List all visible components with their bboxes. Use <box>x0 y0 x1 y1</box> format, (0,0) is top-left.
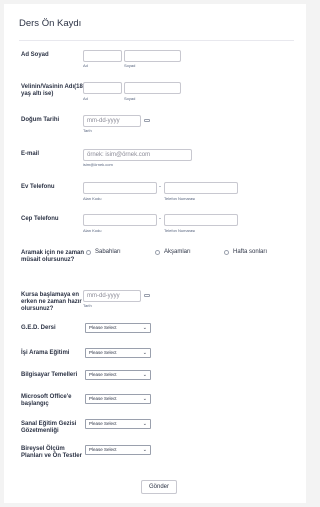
radio-weekends-label: Hafta sonları <box>233 249 268 255</box>
chevron-down-icon: ⌄ <box>142 372 147 378</box>
guardian-first-name-input[interactable] <box>83 82 122 94</box>
ms-office-label: Microsoft Office'e başlangıç <box>21 394 72 407</box>
start-date-label: Kursa başlamaya en erken ne zaman hazır … <box>21 292 82 312</box>
last-name-input[interactable] <box>124 50 181 62</box>
form-title: Ders Ön Kaydı <box>19 18 82 29</box>
mobile-phone-number-sublabel: Telefon Numarası <box>164 228 196 233</box>
mobile-phone-label: Cep Telefonu <box>21 216 59 222</box>
virtual-trip-select-value: Please Select <box>89 421 117 426</box>
mobile-phone-area-input[interactable] <box>83 214 157 226</box>
radio-morning-circle[interactable] <box>86 249 91 255</box>
calendar-icon[interactable] <box>144 294 150 297</box>
email-placeholder: örnek: isim@örnek.com <box>87 152 151 158</box>
home-phone-area-sublabel: Alan Kodu <box>83 196 102 201</box>
ms-office-select[interactable]: Please Select ⌄ <box>85 394 151 404</box>
ms-office-select-value: Please Select <box>89 396 117 401</box>
computer-basics-label: Bilgisayar Temelleri <box>21 372 78 378</box>
home-phone-label: Ev Telefonu <box>21 184 55 190</box>
submit-button[interactable]: Gönder <box>141 480 177 494</box>
home-phone-area-input[interactable] <box>83 182 157 194</box>
assessment-select[interactable]: Please Select ⌄ <box>85 445 151 455</box>
job-search-select[interactable]: Please Select ⌄ <box>85 348 151 358</box>
form-card: Ders Ön Kaydı Ad Soyad Ad Soyad Velinin/… <box>4 4 306 503</box>
ged-label: G.E.D. Dersi <box>21 325 56 331</box>
name-label: Ad Soyad <box>21 52 49 58</box>
guardian-first-sublabel: Ad <box>83 96 88 101</box>
email-label: E-mail <box>21 151 40 157</box>
guardian-label: Velinin/Vasinin Adı(18 yaş altı ise) <box>21 84 83 97</box>
home-phone-number-sublabel: Telefon Numarası <box>164 196 196 201</box>
birth-date-placeholder: mm-dd-yyyy <box>87 118 120 124</box>
email-input[interactable]: örnek: isim@örnek.com <box>83 149 192 161</box>
chevron-down-icon: ⌄ <box>142 350 147 356</box>
mobile-phone-dash: - <box>159 216 161 222</box>
radio-morning[interactable]: Sabahları <box>86 249 121 255</box>
radio-weekends[interactable]: Hafta sonları <box>224 249 267 255</box>
guardian-last-name-input[interactable] <box>124 82 181 94</box>
start-date-sublabel: Tarih <box>83 303 92 308</box>
email-sublabel: isim@örnek.com <box>83 162 113 167</box>
first-name-sublabel: Ad <box>83 63 88 68</box>
assessment-select-value: Please Select <box>89 447 117 452</box>
computer-basics-select[interactable]: Please Select ⌄ <box>85 370 151 380</box>
mobile-phone-area-sublabel: Alan Kodu <box>83 228 102 233</box>
first-name-input[interactable] <box>83 50 122 62</box>
ged-select[interactable]: Please Select ⌄ <box>85 323 151 333</box>
birth-date-label: Doğum Tarihi <box>21 117 60 123</box>
radio-morning-label: Sabahları <box>95 249 121 255</box>
job-search-select-value: Please Select <box>89 350 117 355</box>
chevron-down-icon: ⌄ <box>142 396 147 402</box>
call-time-label: Aramak için ne zaman müsait olursunuz? <box>21 250 85 263</box>
home-phone-dash: - <box>159 184 161 190</box>
virtual-trip-select[interactable]: Please Select ⌄ <box>85 419 151 429</box>
title-divider <box>19 40 294 41</box>
virtual-trip-label: Sanal Eğitim Gezisi Gözetmenliği <box>21 421 77 434</box>
home-phone-number-input[interactable] <box>164 182 238 194</box>
birth-date-sublabel: Tarih <box>83 128 92 133</box>
last-name-sublabel: Soyad <box>124 63 136 68</box>
radio-evening-circle[interactable] <box>155 249 160 255</box>
radio-evening-label: Akşamları <box>164 249 191 255</box>
assessment-label: Bireysel Ölçüm Planları ve Ön Testler <box>21 446 82 459</box>
radio-evening[interactable]: Akşamları <box>155 249 191 255</box>
birth-date-input[interactable]: mm-dd-yyyy <box>83 115 141 127</box>
guardian-last-sublabel: Soyad <box>124 96 136 101</box>
job-search-label: İşi Arama Eğitimi <box>21 350 70 356</box>
chevron-down-icon: ⌄ <box>142 325 147 331</box>
computer-basics-select-value: Please Select <box>89 372 117 377</box>
radio-weekends-circle[interactable] <box>224 249 229 255</box>
chevron-down-icon: ⌄ <box>142 421 147 427</box>
start-date-placeholder: mm-dd-yyyy <box>87 293 120 299</box>
start-date-input[interactable]: mm-dd-yyyy <box>83 290 141 302</box>
mobile-phone-number-input[interactable] <box>164 214 238 226</box>
calendar-icon[interactable] <box>144 119 150 122</box>
chevron-down-icon: ⌄ <box>142 447 147 453</box>
ged-select-value: Please Select <box>89 325 117 330</box>
